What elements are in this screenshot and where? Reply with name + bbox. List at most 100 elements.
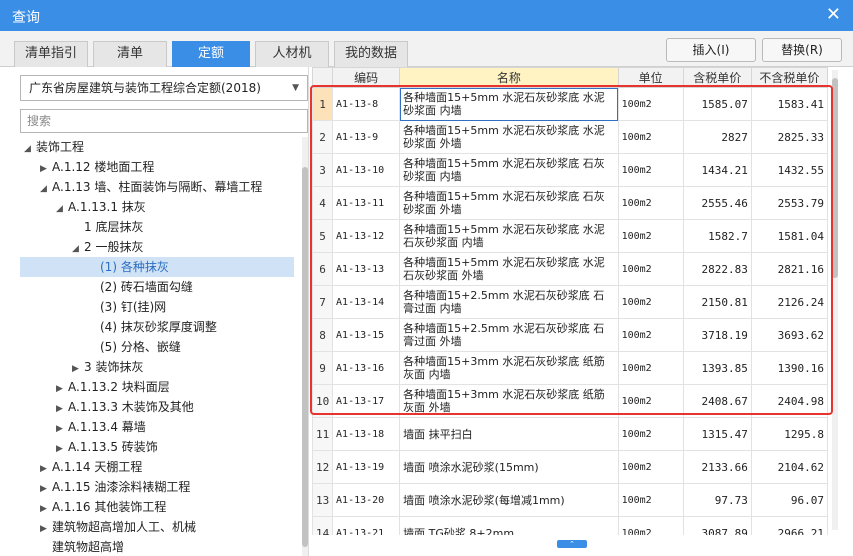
cell-name[interactable]: 各种墙面15+5mm 水泥石灰砂浆底 石灰砂浆面 内墙 bbox=[399, 153, 619, 187]
cell-price-tax[interactable]: 2555.46 bbox=[682, 186, 752, 220]
cell-name[interactable]: 各种墙面15+2.5mm 水泥石灰砂浆底 石膏过面 内墙 bbox=[399, 285, 619, 319]
table-row[interactable]: 11 A1-13-18 墙面 抹平扫白 100m2 1315.47 1295.8 bbox=[312, 417, 829, 451]
triangle-right-icon[interactable]: ▶ bbox=[56, 379, 68, 399]
cell-code[interactable]: A1-13-14 bbox=[332, 285, 401, 319]
col-header-code[interactable]: 编码 bbox=[332, 67, 401, 88]
cell-code[interactable]: A1-13-9 bbox=[332, 120, 401, 154]
library-select[interactable]: 广东省房屋建筑与装饰工程综合定额(2018) ▼ bbox=[20, 75, 308, 101]
tree-node[interactable]: ▶ A.1.15 油漆涂料裱糊工程 bbox=[20, 477, 294, 497]
cell-price-tax[interactable]: 1582.7 bbox=[682, 219, 752, 253]
chevron-up-icon[interactable]: ⌃ bbox=[557, 540, 587, 548]
cell-price-notax[interactable]: 2966.21 bbox=[750, 516, 829, 535]
cell-name[interactable]: 各种墙面15+5mm 水泥石灰砂浆底 石灰砂浆面 外墙 bbox=[399, 186, 619, 220]
cell-code[interactable]: A1-13-18 bbox=[332, 417, 401, 451]
cell-price-notax[interactable]: 2825.33 bbox=[750, 120, 829, 154]
cell-code[interactable]: A1-13-20 bbox=[332, 483, 401, 517]
table-scrollbar-thumb[interactable] bbox=[832, 78, 838, 278]
row-index[interactable]: 13 bbox=[312, 483, 334, 517]
cell-price-tax[interactable]: 2408.67 bbox=[682, 384, 752, 418]
cell-name[interactable]: 墙面 抹平扫白 bbox=[399, 417, 619, 451]
cell-unit[interactable]: 100m2 bbox=[617, 252, 684, 286]
cell-price-tax[interactable]: 1393.85 bbox=[682, 351, 752, 385]
triangle-down-icon[interactable]: ◢ bbox=[72, 239, 84, 259]
tree-node[interactable]: ◢ A.1.13.1 抹灰 bbox=[20, 197, 294, 217]
tree-node[interactable]: 建筑物超高增 bbox=[20, 537, 294, 556]
triangle-right-icon[interactable]: ▶ bbox=[40, 499, 52, 519]
tree-node[interactable]: ▶ A.1.13.4 幕墙 bbox=[20, 417, 294, 437]
cell-price-tax[interactable]: 1585.07 bbox=[682, 87, 752, 121]
cell-price-notax[interactable]: 1432.55 bbox=[750, 153, 829, 187]
tree-node[interactable]: (2) 砖石墙面勾缝 bbox=[20, 277, 294, 297]
tree-node[interactable]: 1 底层抹灰 bbox=[20, 217, 294, 237]
cell-unit[interactable]: 100m2 bbox=[617, 153, 684, 187]
table-row[interactable]: 6 A1-13-13 各种墙面15+5mm 水泥石灰砂浆底 水泥石灰砂浆面 外墙 10… bbox=[312, 252, 829, 286]
cell-unit[interactable]: 100m2 bbox=[617, 285, 684, 319]
triangle-right-icon[interactable]: ▶ bbox=[56, 439, 68, 459]
row-index[interactable]: 3 bbox=[312, 153, 334, 187]
table-row[interactable]: 14 A1-13-21 墙面 TG砂浆 8+2mm 100m2 3087.89 2966.… bbox=[312, 516, 829, 535]
row-index[interactable]: 11 bbox=[312, 417, 334, 451]
triangle-right-icon[interactable]: ▶ bbox=[40, 459, 52, 479]
cell-price-notax[interactable]: 3693.62 bbox=[750, 318, 829, 352]
row-index[interactable]: 9 bbox=[312, 351, 334, 385]
replace-button[interactable]: 替换(R) bbox=[762, 38, 842, 62]
tree-node[interactable]: (3) 钉(挂)网 bbox=[20, 297, 294, 317]
cell-unit[interactable]: 100m2 bbox=[617, 219, 684, 253]
tab-list-guide[interactable]: 清单指引 bbox=[14, 41, 88, 67]
cell-unit[interactable]: 100m2 bbox=[617, 120, 684, 154]
row-index[interactable]: 12 bbox=[312, 450, 334, 484]
cell-price-notax[interactable]: 2104.62 bbox=[750, 450, 829, 484]
col-header-price-notax[interactable]: 不含税单价 bbox=[750, 67, 829, 88]
tab-list[interactable]: 清单 bbox=[93, 41, 167, 67]
row-index[interactable]: 7 bbox=[312, 285, 334, 319]
tree-node[interactable]: ◢ 2 一般抹灰 bbox=[20, 237, 294, 257]
cell-unit[interactable]: 100m2 bbox=[617, 87, 684, 121]
tree-scrollbar[interactable] bbox=[302, 137, 308, 556]
cell-name[interactable]: 各种墙面15+5mm 水泥石灰砂浆底 水泥砂浆面 内墙 bbox=[399, 87, 619, 121]
cell-code[interactable]: A1-13-10 bbox=[332, 153, 401, 187]
tree-node[interactable]: ▶ 建筑物超高增加人工、机械 bbox=[20, 517, 294, 537]
cell-unit[interactable]: 100m2 bbox=[617, 417, 684, 451]
cell-price-tax[interactable]: 3087.89 bbox=[682, 516, 752, 535]
tree-node[interactable]: ▶ A.1.13.2 块料面层 bbox=[20, 377, 294, 397]
triangle-right-icon[interactable]: ▶ bbox=[40, 519, 52, 539]
cell-price-notax[interactable]: 1583.41 bbox=[750, 87, 829, 121]
cell-name[interactable]: 墙面 喷涂水泥砂浆(每增减1mm) bbox=[399, 483, 619, 517]
table-row[interactable]: 13 A1-13-20 墙面 喷涂水泥砂浆(每增减1mm) 100m2 97.73 96.… bbox=[312, 483, 829, 517]
cell-code[interactable]: A1-13-13 bbox=[332, 252, 401, 286]
cell-code[interactable]: A1-13-12 bbox=[332, 219, 401, 253]
cell-name[interactable]: 各种墙面15+3mm 水泥石灰砂浆底 纸筋灰面 内墙 bbox=[399, 351, 619, 385]
row-index[interactable]: 14 bbox=[312, 516, 334, 535]
tree-scrollbar-thumb[interactable] bbox=[302, 167, 308, 547]
cell-name[interactable]: 各种墙面15+5mm 水泥石灰砂浆底 水泥石灰砂浆面 外墙 bbox=[399, 252, 619, 286]
tree-node[interactable]: ▶ A.1.12 楼地面工程 bbox=[20, 157, 294, 177]
cell-code[interactable]: A1-13-8 bbox=[332, 87, 401, 121]
triangle-right-icon[interactable]: ▶ bbox=[56, 399, 68, 419]
col-header-price-tax[interactable]: 含税单价 bbox=[682, 67, 752, 88]
search-input[interactable] bbox=[20, 109, 308, 133]
cell-price-notax[interactable]: 1581.04 bbox=[750, 219, 829, 253]
cell-name[interactable]: 各种墙面15+5mm 水泥石灰砂浆底 水泥石灰砂浆面 内墙 bbox=[399, 219, 619, 253]
tree-node[interactable]: (4) 抹灰砂浆厚度调整 bbox=[20, 317, 294, 337]
tree-node[interactable]: ▶ A.1.14 天棚工程 bbox=[20, 457, 294, 477]
cell-price-tax[interactable]: 2822.83 bbox=[682, 252, 752, 286]
cell-unit[interactable]: 100m2 bbox=[617, 516, 684, 535]
table-row[interactable]: 8 A1-13-15 各种墙面15+2.5mm 水泥石灰砂浆底 石膏过面 外墙 100… bbox=[312, 318, 829, 352]
tree-node[interactable]: (5) 分格、嵌缝 bbox=[20, 337, 294, 357]
cell-code[interactable]: A1-13-21 bbox=[332, 516, 401, 535]
row-index[interactable]: 2 bbox=[312, 120, 334, 154]
cell-price-notax[interactable]: 2404.98 bbox=[750, 384, 829, 418]
triangle-right-icon[interactable]: ▶ bbox=[40, 159, 52, 179]
triangle-right-icon[interactable]: ▶ bbox=[72, 359, 84, 379]
tree-node[interactable]: ▶ 3 装饰抹灰 bbox=[20, 357, 294, 377]
cell-code[interactable]: A1-13-15 bbox=[332, 318, 401, 352]
cell-name[interactable]: 墙面 喷涂水泥砂浆(15mm) bbox=[399, 450, 619, 484]
col-header-unit[interactable]: 单位 bbox=[617, 67, 684, 88]
tree-node[interactable]: ▶ A.1.16 其他装饰工程 bbox=[20, 497, 294, 517]
row-index[interactable]: 5 bbox=[312, 219, 334, 253]
row-index[interactable]: 1 bbox=[312, 87, 334, 121]
cell-price-tax[interactable]: 3718.19 bbox=[682, 318, 752, 352]
table-row[interactable]: 3 A1-13-10 各种墙面15+5mm 水泥石灰砂浆底 石灰砂浆面 内墙 100m… bbox=[312, 153, 829, 187]
cell-unit[interactable]: 100m2 bbox=[617, 351, 684, 385]
cell-name[interactable]: 墙面 TG砂浆 8+2mm bbox=[399, 516, 619, 535]
